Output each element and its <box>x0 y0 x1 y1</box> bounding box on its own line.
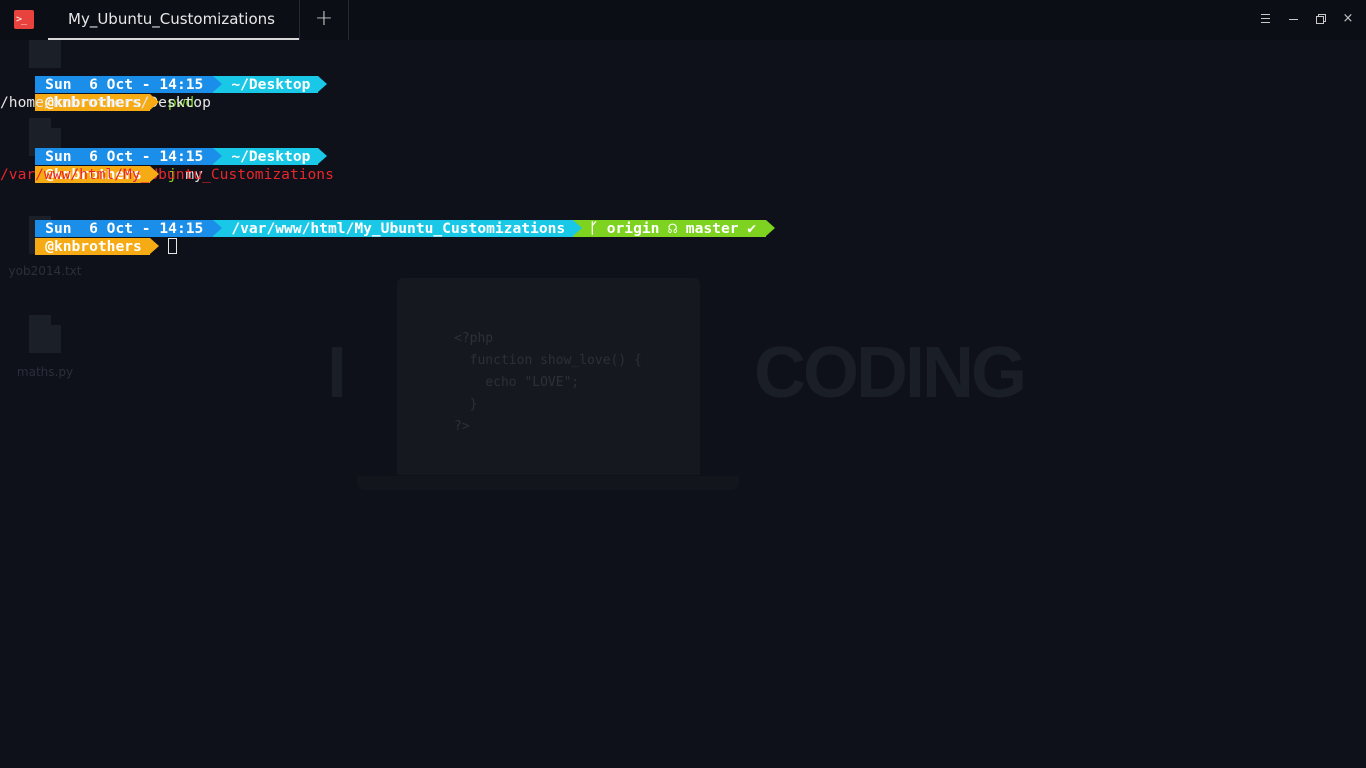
wallpaper-code: <?php function show_love() { echo "LOVE"… <box>454 331 642 434</box>
maximize-icon[interactable] <box>1313 11 1329 27</box>
menu-icon[interactable] <box>1258 11 1274 27</box>
prompt-command-line[interactable]: @knbrothers <box>0 220 766 255</box>
wallpaper-text: I <box>327 333 348 413</box>
terminal-content[interactable]: Sun 6 Oct - 14:15 ~/Desktop @knbrothers pw… <box>0 58 776 255</box>
title-bar: >_ My_Ubuntu_Customizations + × <box>0 0 1366 40</box>
tab-active[interactable]: My_Ubuntu_Customizations <box>48 0 300 40</box>
prompt-status-line: Sun 6 Oct - 14:15/var/www/html/My_Ubuntu… <box>0 202 776 237</box>
terminal-icon[interactable]: >_ <box>14 10 34 29</box>
text-cursor[interactable] <box>167 238 177 254</box>
desktop-file-label: maths.py <box>16 365 74 379</box>
command-output: /home/knbrothers/Desktop <box>0 94 211 111</box>
tab-divider <box>299 0 300 40</box>
prompt-command-line: @knbrothers j my <box>0 148 766 183</box>
tab-divider <box>348 0 349 40</box>
prompt-user-segment: @knbrothers <box>35 238 159 255</box>
prompt-command-line: @knbrothers pwd <box>0 76 766 111</box>
prompt-status-line: Sun 6 Oct - 14:15 ~/Desktop <box>0 130 766 165</box>
command-output: /var/www/html/My_Ubuntu_Customizations <box>0 166 334 183</box>
file-icon <box>29 315 61 353</box>
tab-title: My_Ubuntu_Customizations <box>68 10 275 28</box>
prompt-status-line: Sun 6 Oct - 14:15 ~/Desktop <box>0 58 766 93</box>
close-icon[interactable]: × <box>1340 11 1356 27</box>
new-tab-button[interactable]: + <box>313 8 335 31</box>
wallpaper-text: CODING <box>754 333 1027 413</box>
laptop-base-graphic <box>357 476 739 490</box>
minimize-icon[interactable] <box>1286 11 1302 27</box>
